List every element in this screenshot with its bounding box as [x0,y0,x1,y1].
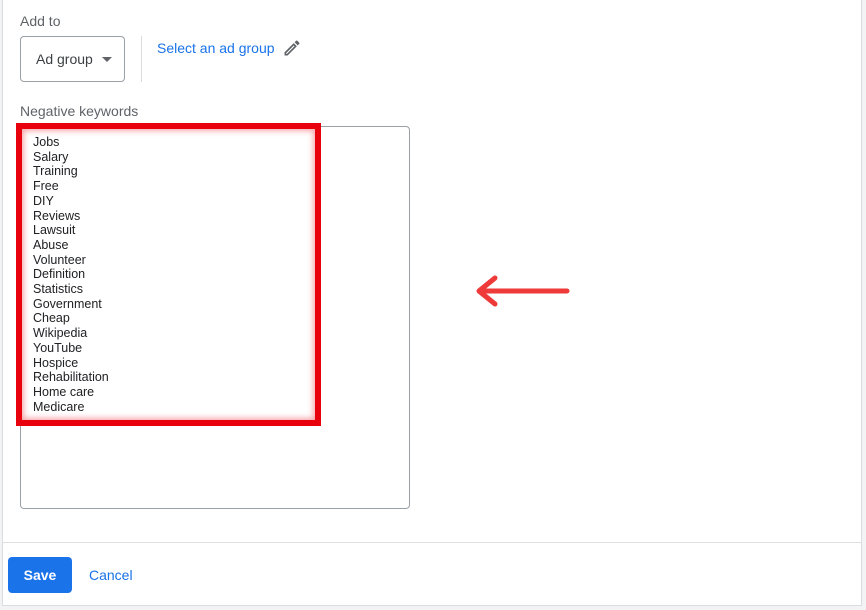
cancel-button[interactable]: Cancel [79,557,143,593]
keyword-item: Volunteer [33,252,86,267]
keyword-item: Wikipedia [33,326,88,341]
keyword-item: YouTube [33,340,83,355]
keyword-list: Jobs Salary Training Free DIY Reviews Lawsuit A… [33,135,109,414]
negative-keywords-panel: Add to Ad group Select an ad group Negat… [2,0,862,606]
level-selector-value: Ad group [36,51,93,67]
caret-down-icon [101,56,112,62]
negative-keywords-textarea[interactable]: Jobs Salary Training Free DIY Reviews Lawsuit A… [20,126,410,509]
footer-divider [3,542,861,543]
keyword-item: Lawsuit [33,223,76,238]
keyword-item: Abuse [33,237,69,252]
level-selector-dropdown[interactable]: Ad group [20,36,125,82]
left-arrow-icon [476,275,570,307]
keyword-item: Jobs [33,135,60,149]
keyword-item: Free [33,179,59,194]
add-to-label: Add to [20,13,61,29]
keyword-item: Home care [33,384,95,399]
keyword-item: Hospice [33,355,79,370]
keyword-item: DIY [33,193,54,208]
save-button[interactable]: Save [8,557,72,593]
keyword-item: Training [33,164,78,179]
keyword-item: Cheap [33,311,70,326]
keyword-item: Definition [33,267,86,282]
keyword-item: Rehabilitation [33,370,109,385]
keyword-item: Reviews [33,208,81,223]
keyword-item: Statistics [33,282,84,297]
select-ad-group-link[interactable]: Select an ad group [157,38,302,58]
keyword-item: Salary [33,149,69,164]
pencil-icon[interactable] [282,38,302,58]
keyword-item: Medicare [33,399,85,414]
negative-keywords-label: Negative keywords [20,103,139,119]
vertical-divider [141,36,142,82]
keyword-item: Government [33,296,102,311]
select-ad-group-label: Select an ad group [157,40,275,56]
